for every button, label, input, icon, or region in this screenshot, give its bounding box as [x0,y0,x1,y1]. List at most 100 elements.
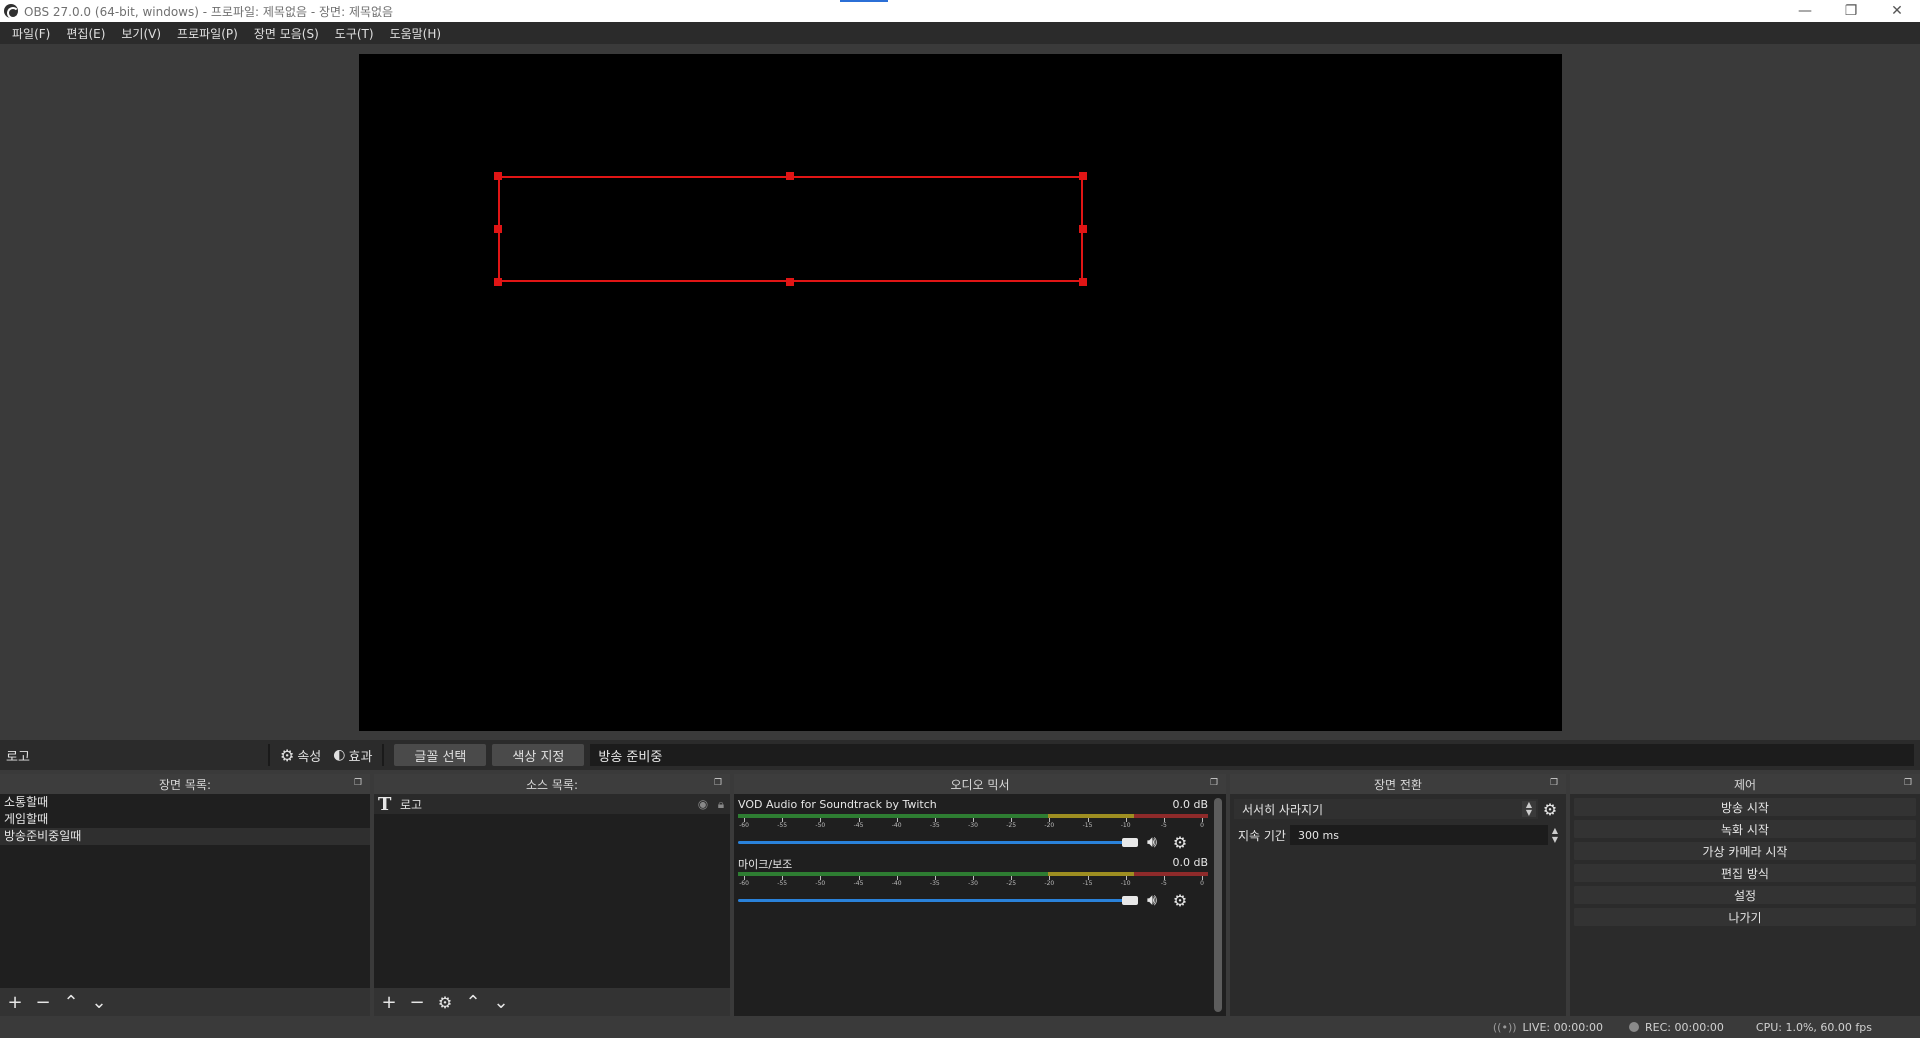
studio-mode-button[interactable]: 편집 방식 [1574,864,1916,882]
resize-handle-bc[interactable] [786,278,794,286]
meter-tick-label: 0 [1200,880,1204,887]
settings-button[interactable]: 설정 [1574,886,1916,904]
move-down-icon[interactable]: ⌄ [492,992,510,1013]
meter-tick-label: -10 [1120,880,1131,887]
scenes-dock-header: 장면 목록: ❐ [0,774,370,794]
menu-help[interactable]: 도움말(H) [382,25,450,42]
resize-handle-tc[interactable] [786,172,794,180]
float-icon[interactable]: ❐ [1210,778,1220,788]
menu-scene-collection[interactable]: 장면 모음(S) [246,25,327,42]
resize-handle-mr[interactable] [1079,225,1087,233]
float-icon[interactable]: ❐ [1904,778,1914,788]
scene-item[interactable]: 게임할때 [0,811,370,828]
transitions-dock-title: 장면 전환 [1374,777,1422,792]
close-button[interactable]: ✕ [1874,0,1920,22]
lock-icon[interactable]: 🔒︎ [712,797,730,812]
meter-tick-label: -50 [815,880,826,887]
transitions-body: 서서히 사라지기 ▲ ▼ ⚙ 지속 기간 300 ms ▲ ▼ [1230,794,1566,1016]
float-icon[interactable]: ❐ [1550,778,1560,788]
visibility-icon[interactable]: ◉ [694,797,712,811]
title-accent [840,0,888,2]
resize-handle-tr[interactable] [1079,172,1087,180]
add-icon[interactable]: + [380,992,398,1013]
spin-arrows-icon[interactable]: ▲ ▼ [1548,826,1562,844]
minimize-button[interactable]: — [1782,0,1828,22]
resize-handle-br[interactable] [1079,278,1087,286]
restore-button[interactable]: ❐ [1828,0,1874,22]
font-select-button[interactable]: 글꼴 선택 [394,744,487,766]
float-icon[interactable]: ❐ [714,778,724,788]
resize-handle-tl[interactable] [494,172,502,180]
float-icon[interactable]: ❐ [354,778,364,788]
add-icon[interactable]: + [6,992,24,1013]
context-source-name: 로고 [6,749,30,765]
title-bar: OBS 27.0.0 (64-bit, windows) - 프로파일: 제목없… [0,0,1920,22]
menu-profile[interactable]: 프로파일(P) [169,25,246,42]
menu-file[interactable]: 파일(F) [4,25,58,42]
menu-bar: 파일(F) 편집(E) 보기(V) 프로파일(P) 장면 모음(S) 도구(T)… [0,22,1920,44]
audio-mixer-dock: 오디오 믹서 ❐ VOD Audio for Soundtrack by Twi… [734,774,1226,1016]
source-selection-box[interactable] [498,176,1083,282]
meter-tick-label: -60 [739,880,749,887]
meter-tick-label: -15 [1082,880,1093,887]
duration-input[interactable]: 300 ms [1289,825,1548,845]
gear-icon[interactable]: ⚙ [1166,833,1194,852]
sources-dock: 소스 목록: ❐ T 로고 ◉ 🔒︎ + − ⚙ ⌃ ⌄ [374,774,730,1016]
gear-icon[interactable]: ⚙ [436,993,454,1012]
meter-tick-label: 0 [1200,822,1204,829]
move-up-icon[interactable]: ⌃ [464,992,482,1013]
gear-icon[interactable]: ⚙ [1166,891,1194,910]
meter-tick-label: -45 [853,880,864,887]
start-virtual-camera-button[interactable]: 가상 카메라 시작 [1574,842,1916,860]
remove-icon[interactable]: − [408,992,426,1013]
speaker-icon[interactable]: 🔊︎ [1138,832,1166,852]
mixer-channel: 마이크/보조 0.0 dB -60 -55 -50 -45 -40 -35 -30 -25 -2… [738,856,1208,916]
remove-icon[interactable]: − [34,992,52,1013]
filters-label: 효과 [348,749,373,765]
meter-tick-label: -35 [929,822,940,829]
mixer-dock-header: 오디오 믹서 ❐ [734,774,1226,794]
scene-item[interactable]: 소통할때 [0,794,370,811]
channel-db: 0.0 dB [1172,856,1208,869]
channel-name: VOD Audio for Soundtrack by Twitch [738,798,937,811]
menu-view[interactable]: 보기(V) [113,25,169,42]
volume-slider[interactable] [738,893,1138,907]
duration-label: 지속 기간 [1238,828,1286,843]
exit-button[interactable]: 나가기 [1574,908,1916,926]
text-source-icon: T [378,793,392,815]
menu-edit[interactable]: 편집(E) [58,25,113,42]
controls-dock-header: 제어 ❐ [1570,774,1920,794]
resize-handle-bl[interactable] [494,278,502,286]
resize-handle-ml[interactable] [494,225,502,233]
source-name: 로고 [400,797,423,812]
transitions-dock: 장면 전환 ❐ 서서히 사라지기 ▲ ▼ ⚙ 지속 기간 300 ms ▲ ▼ [1230,774,1566,1016]
filters-button[interactable]: ◐ 효과 [327,746,378,765]
updown-icon: ▲ ▼ [1522,801,1536,817]
divider [268,744,270,766]
move-down-icon[interactable]: ⌄ [90,992,108,1013]
meter-tick-label: -55 [777,822,788,829]
context-bar: 로고 ⚙ 속성 ◐ 효과 글꼴 선택 색상 지정 방송 준비중 [0,740,1920,770]
move-up-icon[interactable]: ⌃ [62,992,80,1013]
scene-item[interactable]: 방송준비중일때 [0,828,370,845]
meter-tick-label: -30 [968,880,978,887]
start-recording-button[interactable]: 녹화 시작 [1574,820,1916,838]
source-item[interactable]: T 로고 ◉ 🔒︎ [374,793,730,815]
speaker-icon[interactable]: 🔊︎ [1138,890,1166,910]
text-value-input[interactable]: 방송 준비중 [590,744,1914,766]
meter-tick-label: -40 [891,880,902,887]
meter-tick-label: -35 [929,880,940,887]
sources-dock-title: 소스 목록: [525,777,579,792]
menu-tools[interactable]: 도구(T) [327,25,382,42]
preview-canvas[interactable] [359,54,1562,731]
gear-icon[interactable]: ⚙ [1538,800,1562,819]
mixer-scrollbar[interactable] [1214,798,1222,1012]
meter-tick-label: -20 [1044,822,1055,829]
color-select-button[interactable]: 색상 지정 [492,744,585,766]
start-streaming-button[interactable]: 방송 시작 [1574,798,1916,816]
transition-select[interactable]: 서서히 사라지기 ▲ ▼ [1234,799,1538,819]
meter-tick-label: -40 [891,822,902,829]
properties-button[interactable]: ⚙ 속성 [274,746,327,765]
rec-status: REC: 00:00:00 [1645,1020,1724,1034]
volume-slider[interactable] [738,835,1138,849]
